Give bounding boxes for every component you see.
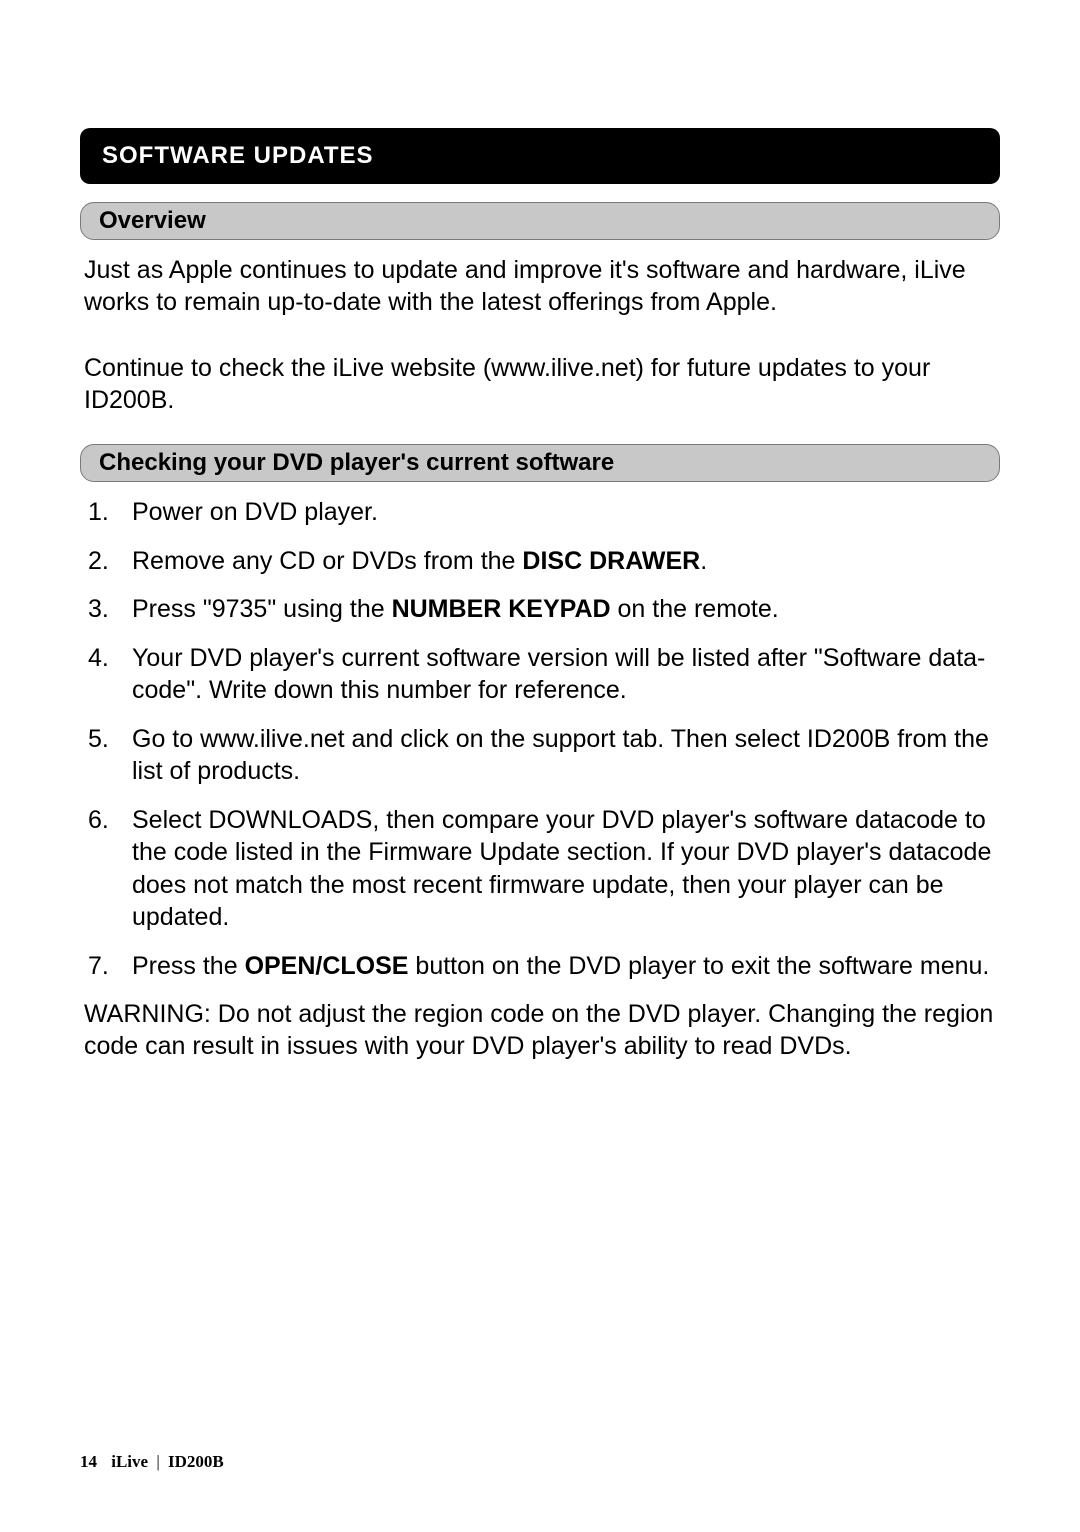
page-number: 14 xyxy=(80,1452,97,1471)
checking-header-text: Checking your DVD player's current softw… xyxy=(99,449,614,476)
warning-paragraph: WARNING: Do not adjust the region code o… xyxy=(80,998,1000,1062)
overview-header: Overview xyxy=(80,202,1000,240)
step-3-text-c: on the remote. xyxy=(611,595,779,623)
footer-model: ID200B xyxy=(168,1452,224,1471)
step-2-text-c: . xyxy=(700,547,707,575)
footer-brand: iLive xyxy=(111,1452,148,1471)
checking-header: Checking your DVD player's current softw… xyxy=(80,444,1000,482)
step-3: Press "9735" using the NUMBER KEYPAD on … xyxy=(84,593,996,626)
page-footer: 14 iLive | ID200B xyxy=(80,1452,224,1472)
step-4: Your DVD player's current software versi… xyxy=(84,642,996,707)
step-3-text-a: Press "9735" using the xyxy=(132,595,392,623)
step-7-bold: OPEN/CLOSE xyxy=(245,952,409,980)
step-7: Press the OPEN/CLOSE button on the DVD p… xyxy=(84,950,996,983)
step-7-text-c: button on the DVD player to exit the sof… xyxy=(408,952,989,980)
step-2-text-a: Remove any CD or DVDs from the xyxy=(132,547,522,575)
section-title-bar: SOFTWARE UPDATES xyxy=(80,128,1000,184)
step-1-text: Power on DVD player. xyxy=(132,498,378,526)
overview-paragraph-1: Just as Apple continues to update and im… xyxy=(80,254,1000,318)
steps-list: Power on DVD player. Remove any CD or DV… xyxy=(80,496,1000,982)
step-6-text: Select DOWNLOADS, then compare your DVD … xyxy=(132,806,991,932)
overview-paragraph-2: Continue to check the iLive website (www… xyxy=(80,352,1000,416)
step-3-bold: NUMBER KEYPAD xyxy=(392,595,611,623)
step-5: Go to www.ilive.net and click on the sup… xyxy=(84,723,996,788)
step-2: Remove any CD or DVDs from the DISC DRAW… xyxy=(84,545,996,578)
step-4-text: Your DVD player's current software versi… xyxy=(132,644,985,705)
step-1: Power on DVD player. xyxy=(84,496,996,529)
section-title-text: SOFTWARE UPDATES xyxy=(102,142,374,169)
step-2-bold: DISC DRAWER xyxy=(522,547,700,575)
step-5-text: Go to www.ilive.net and click on the sup… xyxy=(132,725,989,786)
footer-separator: | xyxy=(156,1452,159,1471)
step-6: Select DOWNLOADS, then compare your DVD … xyxy=(84,804,996,934)
overview-header-text: Overview xyxy=(99,207,206,234)
step-7-text-a: Press the xyxy=(132,952,245,980)
